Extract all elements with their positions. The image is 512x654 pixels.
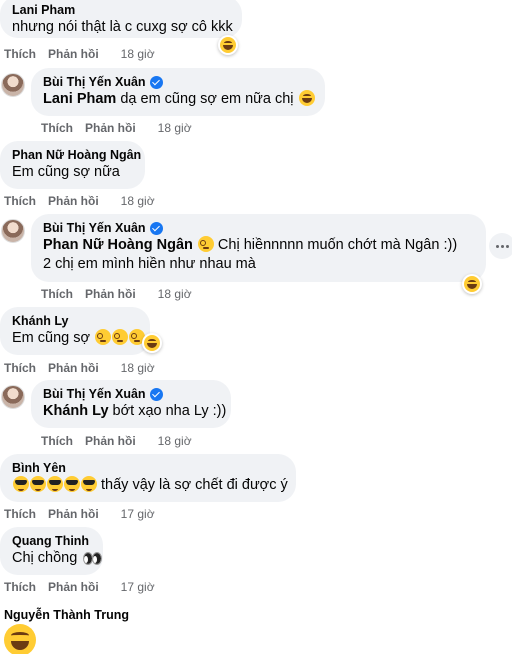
like-button[interactable]: Thích [4,46,36,62]
comment-text: Em cũng sợ [12,329,146,348]
comment-body: dạ em cũng sợ em nữa chị [116,91,294,107]
reply-button[interactable]: Phản hồi [48,193,99,209]
like-button[interactable]: Thích [41,286,73,302]
author-name[interactable]: Bùi Thị Yến Xuân [43,220,146,236]
like-button[interactable]: Thích [41,120,73,136]
author-name[interactable]: Quang Thinh [12,533,89,549]
comment-author[interactable]: Lani Pham [12,2,230,18]
eyes-icon [82,549,103,565]
mention-link[interactable]: Lani Pham [43,91,116,107]
comment-bubble: Bùi Thị Yến Xuân Lani Pham dạ em cũng sợ… [31,68,325,116]
sunglasses-face-icon [30,476,46,492]
pleading-face-icon [95,329,112,345]
grin-icon [464,276,480,292]
reply-button[interactable]: Phản hồi [85,120,136,136]
more-options-button[interactable] [489,233,512,259]
reply-button[interactable]: Phản hồi [48,46,99,62]
comment-author[interactable]: Phan Nữ Hoàng Ngân [12,147,141,163]
avatar[interactable] [1,385,25,409]
comment-text: Chị chồng [12,549,103,568]
sunglasses-face-icon [64,476,80,492]
like-button[interactable]: Thích [4,360,36,376]
reaction-badge[interactable] [218,35,238,55]
comment-actions: Thích Phản hồi 18 giờ [41,286,192,302]
reply-button[interactable]: Phản hồi [85,433,136,449]
comment-bubble: Lani Pham nhưng nói thật là c cuxg sợ cô… [0,0,242,38]
comment-author[interactable]: Bùi Thị Yến Xuân [43,74,313,90]
timestamp[interactable]: 18 giờ [121,46,155,62]
comment-text: Lani Pham dạ em cũng sợ em nữa chị [43,90,315,109]
comment-text: thấy vậy là sợ chết đi được ý [12,476,288,495]
comment-body: thấy vậy là sợ chết đi được ý [97,477,288,493]
timestamp[interactable]: 18 giờ [121,193,155,209]
pleading-face-icon [112,329,129,345]
comment-actions: Thích Phản hồi 18 giờ [4,193,155,209]
timestamp[interactable]: 18 giờ [158,286,192,302]
comment-author[interactable]: Nguyễn Thành Trung [4,607,129,623]
like-button[interactable]: Thích [4,506,36,522]
avatar[interactable] [1,219,25,243]
comment-body: Em cũng sợ [12,330,91,346]
rolling-laughing-icon [4,624,36,654]
comment-author[interactable]: Bùi Thị Yến Xuân [43,386,219,402]
verified-badge-icon [149,75,163,89]
author-name[interactable]: Phan Nữ Hoàng Ngân [12,147,141,163]
comment-text-line2: 2 chị em mình hiền như nhau mà [43,256,256,272]
comment-body: Chị hiềnnnnn muốn chớt mà Ngân :)) [213,237,458,253]
grin-icon [144,335,160,351]
comment-text: Em cũng sợ nữa [12,164,120,180]
comment-actions: Thích Phản hồi 18 giờ [41,433,192,449]
comment-author[interactable]: Bùi Thị Yến Xuân [43,220,474,236]
reply-button[interactable]: Phản hồi [85,286,136,302]
reply-button[interactable]: Phản hồi [48,360,99,376]
comment-bubble: Phan Nữ Hoàng Ngân Em cũng sợ nữa [0,141,145,189]
comment-author[interactable]: Bình Yên [12,460,284,476]
grin-icon [298,90,315,106]
author-name[interactable]: Lani Pham [12,2,75,18]
comment-bubble: Bùi Thị Yến Xuân Khánh Ly bớt xạo nha Ly… [31,380,231,428]
author-name[interactable]: Bùi Thị Yến Xuân [43,386,146,402]
comment-bubble: Bình Yên thấy vậy là sợ chết đi được ý [0,454,296,502]
comment-actions: Thích Phản hồi 18 giờ [4,360,155,376]
author-name[interactable]: Bình Yên [12,460,66,476]
grimace-icon [197,236,214,252]
comment-actions: Thích Phản hồi 18 giờ [4,46,155,62]
like-button[interactable]: Thích [41,433,73,449]
grin-icon [220,37,236,53]
comment-author[interactable]: Quang Thinh [12,533,91,549]
mention-link[interactable]: Khánh Ly [43,403,109,419]
comment-text: nhưng nói thật là c cuxg sợ cô kkk [12,19,233,35]
comment-body: bớt xạo nha Ly :)) [108,403,227,419]
timestamp[interactable]: 18 giờ [121,360,155,376]
timestamp[interactable]: 17 giờ [121,579,155,595]
author-name[interactable]: Khánh Ly [12,313,68,329]
sunglasses-face-icon [81,476,97,492]
reply-button[interactable]: Phản hồi [48,506,99,522]
timestamp[interactable]: 17 giờ [121,506,155,522]
comment-text: Phan Nữ Hoàng Ngân Chị hiềnnnnn muốn chớ… [43,236,474,255]
reaction-badge[interactable] [142,333,162,353]
comment-actions: Thích Phản hồi 17 giờ [4,579,155,595]
sunglasses-face-icon [47,476,63,492]
comment-bubble: Bùi Thị Yến Xuân Phan Nữ Hoàng Ngân Chị … [31,214,486,282]
comment-bubble: Khánh Ly Em cũng sợ [0,307,150,355]
reply-button[interactable]: Phản hồi [48,579,99,595]
avatar[interactable] [1,73,25,97]
author-name[interactable]: Bùi Thị Yến Xuân [43,74,146,90]
timestamp[interactable]: 18 giờ [158,433,192,449]
like-button[interactable]: Thích [4,193,36,209]
comment-body: Chị chồng [12,550,78,566]
verified-badge-icon [149,221,163,235]
verified-badge-icon [149,387,163,401]
comment-bubble: Quang Thinh Chị chồng [0,527,103,575]
comment-author[interactable]: Khánh Ly [12,313,138,329]
mention-link[interactable]: Phan Nữ Hoàng Ngân [43,237,193,253]
reaction-badge[interactable] [462,274,482,294]
comment-actions: Thích Phản hồi 18 giờ [41,120,192,136]
timestamp[interactable]: 18 giờ [158,120,192,136]
comment-text: Khánh Ly bớt xạo nha Ly :)) [43,402,226,421]
comment-actions: Thích Phản hồi 17 giờ [4,506,155,522]
like-button[interactable]: Thích [4,579,36,595]
sunglasses-face-icon [13,476,29,492]
